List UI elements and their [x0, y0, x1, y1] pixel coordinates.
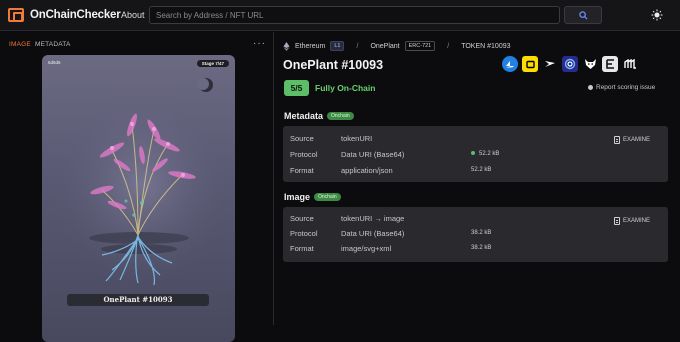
token-id: TOKEN #10093 — [461, 42, 511, 50]
page-title: OnePlant #10093 — [283, 58, 384, 72]
status-dot-icon — [471, 151, 475, 156]
brand-name[interactable]: OnChainChecker — [30, 9, 121, 21]
examine-label: EXAMINE — [623, 137, 651, 143]
info-icon — [588, 85, 593, 90]
tab-metadata[interactable]: METADATA — [35, 41, 71, 48]
preview-tabs: IMAGE METADATA — [9, 41, 71, 48]
logo-icon[interactable] — [8, 8, 24, 22]
score-label: Fully On-Chain — [315, 83, 376, 93]
preview-panel: IMAGE METADATA ··· 6d6d6 Stage 7/47 OneP… — [0, 32, 274, 342]
metadata-title: Metadata — [284, 111, 324, 121]
protocol-size: 52.2 kB — [471, 151, 499, 157]
format-label: Format — [290, 244, 314, 253]
search-button[interactable] — [564, 6, 602, 24]
top-bar: OnChainChecker About — [0, 0, 680, 31]
layer-badge: L1 — [330, 41, 345, 51]
image-title: Image — [284, 192, 311, 202]
theme-toggle-button[interactable] — [650, 8, 664, 22]
examine-image-button[interactable]: EXAMINE — [614, 217, 650, 225]
stage-badge: Stage 7/47 — [196, 60, 229, 67]
onchain-badge: Onchain — [327, 112, 354, 120]
format-label: Format — [290, 166, 314, 175]
protocol-value: Data URI (Base64) — [341, 229, 405, 238]
standard-badge: ERC-721 — [404, 41, 436, 51]
rarible-icon[interactable] — [522, 56, 538, 72]
examine-metadata-button[interactable]: EXAMINE — [614, 136, 650, 144]
breadcrumb: Ethereum L1 / OnePlant ERC-721 / TOKEN #… — [283, 41, 511, 51]
report-scoring-link[interactable]: Report scoring issue — [588, 84, 655, 91]
more-options-button[interactable]: ··· — [253, 38, 266, 49]
blur-fox-icon[interactable] — [582, 56, 598, 72]
format-value: image/svg+xml — [341, 244, 392, 253]
source-label: Source — [290, 134, 314, 143]
protocol-label: Protocol — [290, 150, 318, 159]
breadcrumb-separator: / — [447, 42, 450, 50]
breadcrumb-separator: / — [356, 42, 359, 50]
protocol-label: Protocol — [290, 229, 318, 238]
nav-about-link[interactable]: About — [121, 10, 145, 20]
image-details-box: Source tokenURI → image Protocol Data UR… — [283, 207, 668, 262]
etherscan-icon[interactable] — [602, 56, 618, 72]
document-icon — [614, 217, 620, 225]
format-value: application/json — [341, 166, 393, 175]
opensea-icon[interactable] — [502, 56, 518, 72]
chain-name[interactable]: Ethereum — [295, 43, 325, 50]
format-size: 52.2 kB — [471, 167, 492, 173]
collection-name[interactable]: OnePlant — [370, 43, 399, 50]
examine-label: EXAMINE — [623, 218, 651, 224]
magiceden-icon[interactable] — [622, 56, 638, 72]
metadata-details-box: Source tokenURI Protocol Data URI (Base6… — [283, 126, 668, 182]
card-title: OnePlant #10093 — [67, 294, 209, 306]
source-value: tokenURI → image — [341, 214, 405, 223]
source-label: Source — [290, 214, 314, 223]
image-section-title: Image Onchain — [284, 192, 341, 202]
protocol-value: Data URI (Base64) — [341, 150, 405, 159]
x2y2-icon[interactable] — [562, 56, 578, 72]
search-input[interactable] — [149, 6, 560, 24]
score-badge: 5/5 — [284, 80, 309, 96]
onchain-badge: Onchain — [314, 193, 341, 201]
nft-image: 6d6d6 Stage 7/47 OnePlant #10093 — [42, 55, 235, 342]
metadata-section-title: Metadata Onchain — [284, 111, 354, 121]
protocol-size: 38.2 kB — [471, 230, 492, 236]
ethereum-icon — [283, 41, 290, 51]
format-size: 38.2 kB — [471, 245, 492, 251]
report-label: Report scoring issue — [596, 84, 656, 91]
source-value: tokenURI — [341, 134, 373, 143]
card-code: 6d6d6 — [48, 60, 61, 65]
search-icon — [578, 10, 588, 20]
protocol-size-value: 52.2 kB — [479, 151, 500, 157]
sun-icon — [651, 9, 663, 21]
looksrare-icon[interactable] — [542, 56, 558, 72]
tab-image[interactable]: IMAGE — [9, 41, 31, 48]
marketplace-links — [502, 56, 638, 72]
document-icon — [614, 136, 620, 144]
